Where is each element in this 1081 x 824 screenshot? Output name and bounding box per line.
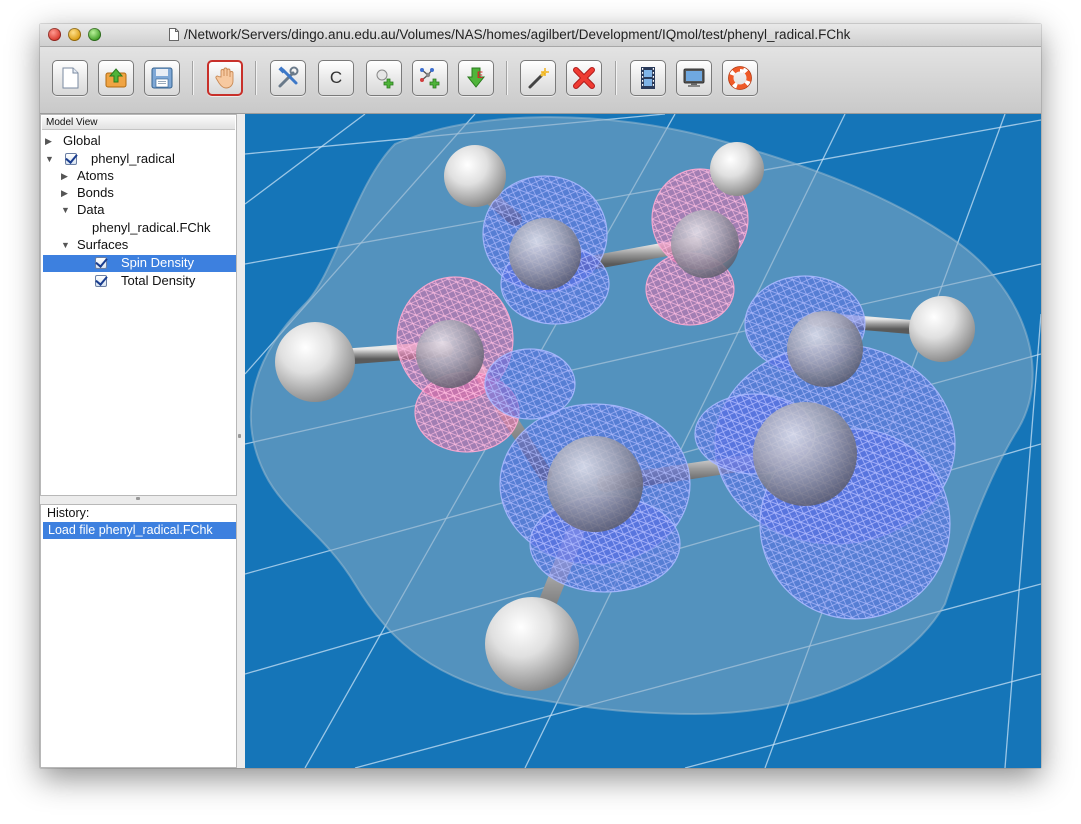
window-title: /Network/Servers/dingo.anu.edu.au/Volume… bbox=[184, 27, 851, 42]
delete-x-icon bbox=[573, 67, 595, 89]
minimize-window-button[interactable] bbox=[68, 28, 81, 41]
collapse-arrow-icon[interactable]: ▼ bbox=[61, 201, 70, 219]
magic-wand-icon bbox=[528, 68, 549, 89]
tree-item-label: Surfaces bbox=[77, 237, 129, 252]
minimize-energy-button[interactable]: E bbox=[458, 60, 494, 96]
tree-item-label: Spin Density bbox=[121, 255, 194, 270]
main-window: /Network/Servers/dingo.anu.edu.au/Volume… bbox=[40, 24, 1041, 768]
element-label: C bbox=[329, 68, 343, 87]
molecule-viewer[interactable] bbox=[245, 114, 1041, 768]
fullscreen-button[interactable] bbox=[676, 60, 712, 96]
build-mode-button[interactable] bbox=[270, 60, 306, 96]
toolbar: C E bbox=[40, 47, 1041, 114]
record-animation-button[interactable] bbox=[630, 60, 666, 96]
side-panel: Model View ▶ Global ▼ phenyl_radical ▶ A… bbox=[40, 114, 237, 768]
open-file-button[interactable] bbox=[98, 60, 134, 96]
tree-item-label: Bonds bbox=[77, 185, 114, 200]
document-icon bbox=[169, 28, 179, 41]
hand-icon bbox=[215, 67, 234, 89]
open-folder-icon bbox=[105, 68, 127, 88]
tools-icon bbox=[278, 66, 299, 88]
film-strip-icon bbox=[641, 67, 655, 89]
add-atom-icon bbox=[376, 69, 394, 89]
life-ring-icon bbox=[728, 66, 752, 90]
visibility-checkbox[interactable] bbox=[95, 257, 107, 269]
select-button[interactable] bbox=[520, 60, 556, 96]
help-button[interactable] bbox=[722, 60, 758, 96]
model-view-tree[interactable]: Model View ▶ Global ▼ phenyl_radical ▶ A… bbox=[40, 114, 237, 496]
model-view-header: Model View bbox=[42, 116, 235, 130]
tree-item-label: phenyl_radical.FChk bbox=[92, 220, 211, 235]
history-panel[interactable]: History: Load file phenyl_radical.FChk bbox=[40, 504, 237, 768]
title-bar[interactable]: /Network/Servers/dingo.anu.edu.au/Volume… bbox=[40, 24, 1041, 47]
delete-button[interactable] bbox=[566, 60, 602, 96]
add-hydrogens-button[interactable] bbox=[366, 60, 402, 96]
floppy-disk-icon bbox=[151, 67, 173, 89]
tree-item-fchk-file[interactable]: phenyl_radical.FChk bbox=[92, 219, 211, 237]
tree-item-label: Total Density bbox=[121, 273, 196, 288]
tree-item-label: Global bbox=[63, 133, 101, 148]
add-fragment-button[interactable] bbox=[412, 60, 448, 96]
expand-arrow-icon[interactable]: ▶ bbox=[45, 132, 52, 150]
manipulate-mode-button[interactable] bbox=[207, 60, 243, 96]
collapse-arrow-icon[interactable]: ▼ bbox=[45, 150, 54, 168]
expand-arrow-icon[interactable]: ▶ bbox=[61, 184, 68, 202]
close-window-button[interactable] bbox=[48, 28, 61, 41]
add-fragment-icon bbox=[420, 68, 440, 89]
energy-minimize-icon: E bbox=[466, 67, 486, 88]
save-file-button[interactable] bbox=[144, 60, 180, 96]
tree-item-label: Data bbox=[77, 202, 105, 217]
expand-arrow-icon[interactable]: ▶ bbox=[61, 167, 68, 185]
svg-text:E: E bbox=[477, 70, 483, 80]
panel-splitter[interactable] bbox=[40, 496, 237, 504]
splitter-grip-icon bbox=[238, 434, 241, 438]
history-item[interactable]: Load file phenyl_radical.FChk bbox=[43, 522, 236, 539]
splitter-grip-icon bbox=[136, 497, 140, 500]
zoom-window-button[interactable] bbox=[88, 28, 101, 41]
tree-item-label: phenyl_radical bbox=[91, 151, 175, 166]
molecule-scene[interactable] bbox=[245, 114, 1041, 768]
monitor-icon bbox=[683, 68, 705, 87]
visibility-checkbox[interactable] bbox=[95, 275, 107, 287]
tree-item-label: Atoms bbox=[77, 168, 114, 183]
new-document-icon bbox=[62, 67, 79, 89]
collapse-arrow-icon[interactable]: ▼ bbox=[61, 236, 70, 254]
element-select-button[interactable]: C bbox=[318, 60, 354, 96]
viewer-splitter[interactable] bbox=[237, 114, 245, 768]
visibility-checkbox[interactable] bbox=[65, 153, 77, 165]
history-label: History: bbox=[47, 506, 90, 520]
new-file-button[interactable] bbox=[52, 60, 88, 96]
